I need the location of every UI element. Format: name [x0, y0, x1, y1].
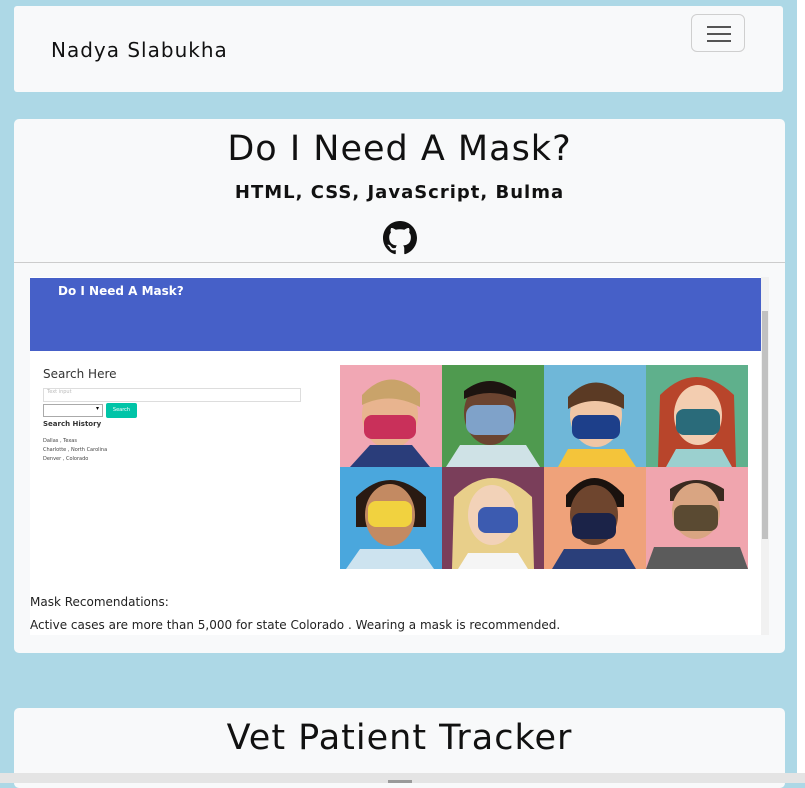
history-item[interactable]: Dallas , Texas [43, 438, 77, 444]
page-edge [797, 0, 805, 773]
search-history-title: Search History [43, 420, 102, 428]
github-link[interactable] [383, 221, 417, 255]
search-button[interactable]: Search [106, 403, 137, 418]
mask-photo [340, 365, 442, 467]
project-card: Do I Need A Mask? HTML, CSS, JavaScript,… [14, 119, 785, 653]
search-input[interactable]: Text input [43, 388, 301, 402]
screenshot-header-title: Do I Need A Mask? [58, 284, 184, 298]
state-select[interactable]: ▾ [43, 404, 103, 417]
project-title: Do I Need A Mask? [227, 129, 572, 169]
mask-photo [544, 467, 646, 569]
brand-name[interactable]: Nadya Slabukha [51, 38, 228, 62]
recommendations-title: Mask Recomendations: [30, 595, 169, 609]
mask-photo [646, 365, 748, 467]
mask-photo [442, 365, 544, 467]
mask-photo [340, 467, 442, 569]
github-icon [383, 221, 417, 255]
history-item[interactable]: Denver , Colorado [43, 456, 88, 462]
history-item[interactable]: Charlotte , North Carolina [43, 447, 107, 453]
mask-photo [544, 365, 646, 467]
card-divider [14, 262, 785, 263]
navbar-toggle-button[interactable] [691, 14, 745, 52]
screenshot-header: Do I Need A Mask? [30, 278, 761, 351]
project-screenshot: Do I Need A Mask? Search Here Text input… [30, 277, 769, 635]
search-title: Search Here [43, 367, 117, 381]
recommendation-text: Active cases are more than 5,000 for sta… [30, 618, 561, 632]
horizontal-scrollbar[interactable] [0, 773, 805, 783]
mask-photo-grid [340, 365, 748, 569]
navbar: Nadya Slabukha [14, 6, 783, 92]
mask-photo [646, 467, 748, 569]
project-technologies: HTML, CSS, JavaScript, Bulma [234, 182, 565, 203]
mask-photo [442, 467, 544, 569]
screenshot-scrollbar[interactable] [761, 277, 769, 635]
project-title: Vet Patient Tracker [226, 718, 573, 758]
